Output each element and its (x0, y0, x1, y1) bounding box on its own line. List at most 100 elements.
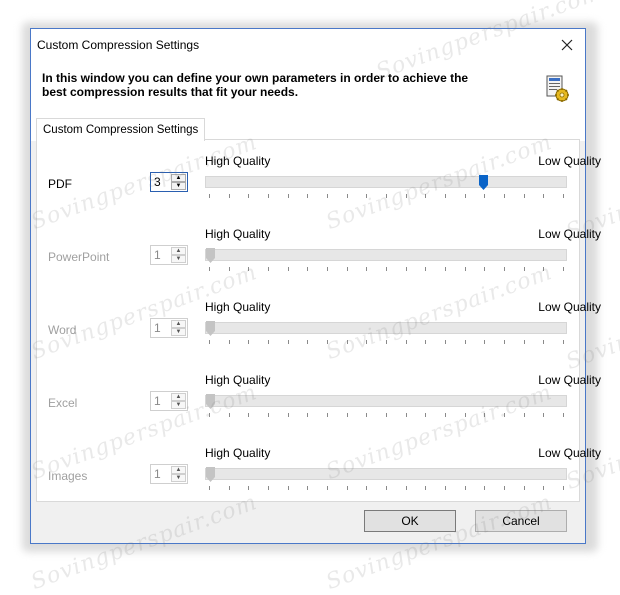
tab-custom-compression-settings[interactable]: Custom Compression Settings (36, 118, 206, 141)
slider-tick (307, 486, 309, 490)
slider-thumb[interactable] (206, 248, 215, 263)
title-bar: Custom Compression Settings (31, 29, 585, 61)
slider-tick (504, 267, 505, 271)
slider-tick (484, 413, 486, 417)
tab-panel: High Quality Low Quality PDF 3 ▲ ▼ High Qualit… (36, 139, 601, 502)
stepper-down-icon[interactable]: ▼ (171, 255, 186, 263)
slider-tick (346, 486, 348, 490)
slider-tick (287, 486, 289, 490)
slider-tick (248, 194, 250, 198)
slider-tick (327, 413, 328, 417)
stepper-value[interactable]: 1 (154, 467, 161, 481)
quality-slider[interactable] (205, 394, 567, 409)
slider-thumb[interactable] (479, 175, 488, 190)
low-quality-label: Low Quality (538, 227, 601, 241)
stepper-up-icon[interactable]: ▲ (171, 247, 186, 255)
slider-tick (445, 486, 446, 490)
slider-tick (366, 413, 368, 417)
slider-tick (523, 486, 525, 490)
slider-tick (563, 486, 564, 490)
close-button[interactable] (557, 35, 577, 55)
slider-tick (209, 413, 210, 417)
quality-stepper[interactable]: 1 ▲ ▼ (150, 391, 188, 411)
slider-tick (386, 194, 387, 198)
slider-tick (563, 413, 564, 417)
slider-tick (228, 486, 230, 490)
slider-tick (209, 267, 210, 271)
slider-tick (209, 340, 210, 344)
slider-tick (425, 267, 427, 271)
slider-tick (445, 194, 446, 198)
slider-tick (386, 340, 387, 344)
low-quality-label: Low Quality (538, 446, 601, 460)
slider-tick (484, 486, 486, 490)
slider-tick (307, 413, 309, 417)
quality-slider[interactable] (205, 175, 567, 190)
stepper-up-icon[interactable]: ▲ (171, 320, 186, 328)
stepper-value[interactable]: 1 (154, 321, 161, 335)
slider-tick (209, 486, 210, 490)
slider-tick (445, 340, 446, 344)
slider-tick (445, 267, 446, 271)
slider-tick (386, 413, 387, 417)
stepper-down-icon[interactable]: ▼ (171, 474, 186, 482)
quality-slider[interactable] (205, 321, 567, 336)
slider-tick (248, 340, 250, 344)
slider-ticks (209, 340, 564, 344)
slider-tick (464, 413, 466, 417)
stepper-down-icon[interactable]: ▼ (171, 401, 186, 409)
slider-tick (268, 486, 269, 490)
slider-thumb[interactable] (206, 394, 215, 409)
quality-slider[interactable] (205, 467, 567, 482)
stepper-up-icon[interactable]: ▲ (171, 174, 186, 182)
slider-tick (464, 267, 466, 271)
slider-tick (346, 194, 348, 198)
slider-tick (366, 267, 368, 271)
row-label: PDF (48, 177, 72, 191)
row-label: Excel (48, 396, 78, 410)
quality-slider[interactable] (205, 248, 567, 263)
slider-tick (327, 194, 328, 198)
slider-thumb[interactable] (206, 467, 215, 482)
stepper-value[interactable]: 1 (154, 394, 161, 408)
stepper-down-icon[interactable]: ▼ (171, 182, 186, 190)
stepper-value[interactable]: 1 (154, 248, 161, 262)
high-quality-label: High Quality (205, 154, 271, 168)
slider-tick (307, 194, 309, 198)
ok-button[interactable]: OK (364, 510, 456, 532)
slider-tick (523, 267, 525, 271)
header-description: In this window you can define your own p… (42, 71, 469, 99)
slider-tick (386, 267, 387, 271)
slider-tick (366, 340, 368, 344)
row-label: Images (48, 469, 88, 483)
slider-ticks (209, 267, 564, 271)
quality-stepper[interactable]: 1 ▲ ▼ (150, 464, 188, 484)
low-quality-label: Low Quality (538, 373, 601, 387)
slider-tick (464, 340, 466, 344)
window-title: Custom Compression Settings (37, 38, 200, 52)
slider-tick (386, 486, 387, 490)
slider-tick (287, 340, 289, 344)
slider-thumb[interactable] (206, 321, 215, 336)
slider-ticks (209, 413, 564, 417)
quality-stepper[interactable]: 1 ▲ ▼ (150, 318, 188, 338)
stepper-up-icon[interactable]: ▲ (171, 466, 186, 474)
stepper-value[interactable]: 3 (154, 175, 161, 189)
low-quality-label: Low Quality (538, 154, 601, 168)
slider-tick (484, 194, 486, 198)
slider-tick (327, 340, 328, 344)
slider-tick (405, 267, 407, 271)
stepper-down-icon[interactable]: ▼ (171, 328, 186, 336)
row-label: Word (48, 323, 77, 337)
slider-tick (228, 340, 230, 344)
stepper-up-icon[interactable]: ▲ (171, 393, 186, 401)
quality-stepper[interactable]: 1 ▲ ▼ (150, 245, 188, 265)
cancel-button[interactable]: Cancel (475, 510, 567, 532)
slider-tick (504, 340, 505, 344)
slider-tick (248, 413, 250, 417)
slider-tick (287, 413, 289, 417)
compression-row-excel: High Quality Low Quality Excel 1 ▲ ▼ (37, 373, 601, 433)
slider-tick (228, 413, 230, 417)
slider-ticks (209, 194, 564, 198)
quality-stepper[interactable]: 3 ▲ ▼ (150, 172, 188, 192)
